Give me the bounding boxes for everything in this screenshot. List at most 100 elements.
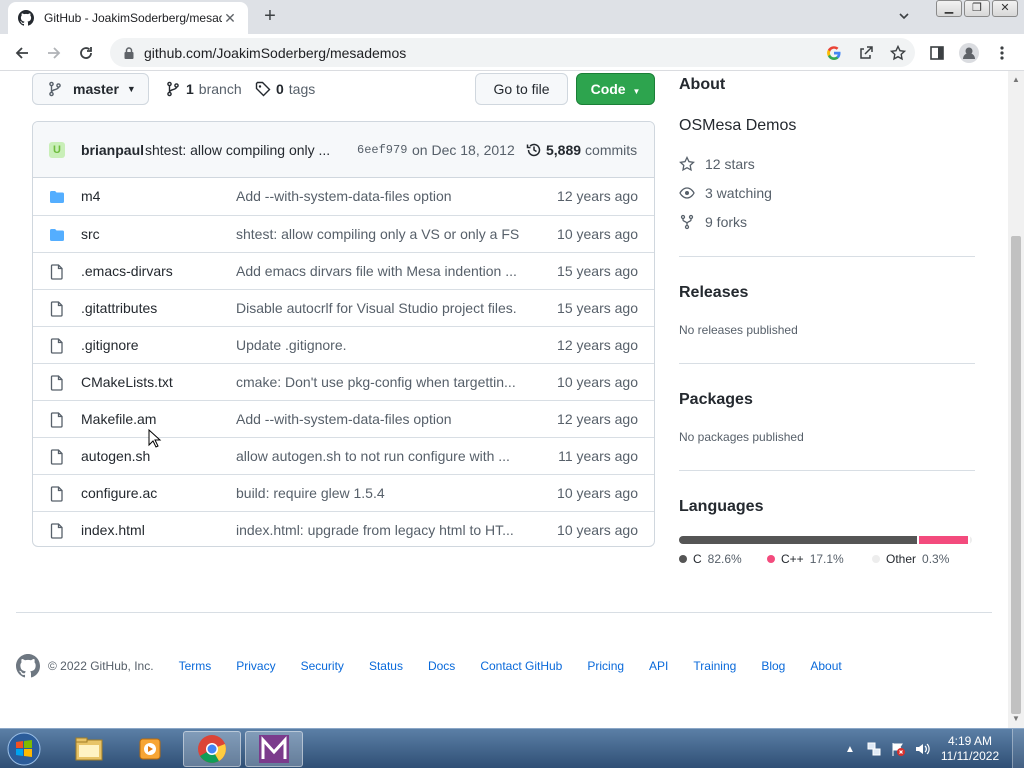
restore-button[interactable]: ❐ (964, 0, 990, 17)
releases-heading[interactable]: Releases (679, 284, 748, 302)
more-menu-icon[interactable] (991, 42, 1013, 64)
commit-author[interactable]: brianpaul (81, 142, 144, 158)
file-row[interactable]: autogen.sh allow autogen.sh to not run co… (33, 437, 654, 474)
footer-link-docs[interactable]: Docs (428, 659, 455, 673)
scroll-up-icon[interactable]: ▲ (1012, 76, 1020, 84)
file-name[interactable]: configure.ac (81, 485, 157, 501)
page-scrollbar[interactable]: ▲ ▼ (1008, 71, 1024, 728)
file-name[interactable]: m4 (81, 188, 100, 204)
file-name[interactable]: src (81, 226, 100, 242)
footer-link-about[interactable]: About (810, 659, 841, 673)
tray-expand-icon[interactable]: ▲ (842, 741, 858, 757)
close-tab-icon[interactable]: ✕ (222, 10, 238, 26)
commits-link[interactable]: 5,889 commits (526, 142, 637, 158)
commit-sha[interactable]: 6eef979 (357, 143, 407, 157)
bookmark-star-icon[interactable] (889, 44, 907, 62)
footer-link-training[interactable]: Training (693, 659, 736, 673)
avatar[interactable]: U (49, 142, 65, 158)
lock-icon[interactable] (122, 46, 136, 60)
footer-link-privacy[interactable]: Privacy (236, 659, 275, 673)
fork-icon (680, 214, 694, 230)
language-legend-item[interactable]: Other 0.3% (872, 552, 949, 566)
file-commit-message[interactable]: index.html: upgrade from legacy html to … (236, 522, 521, 538)
file-commit-message[interactable]: allow autogen.sh to not run configure wi… (236, 448, 521, 464)
minimize-button[interactable]: ▁ (936, 0, 962, 17)
tags-link[interactable]: 0 tags (255, 81, 315, 97)
file-row[interactable]: configure.ac build: require glew 1.5.4 10 … (33, 474, 654, 511)
file-age: 10 years ago (557, 522, 638, 538)
file-commit-message[interactable]: Update .gitignore. (236, 337, 521, 353)
eye-icon (679, 187, 695, 199)
taskbar-explorer[interactable] (60, 731, 118, 767)
start-button[interactable] (4, 731, 44, 767)
taskbar-media-player[interactable] (121, 731, 179, 767)
side-panel-icon[interactable] (926, 42, 948, 64)
footer-link-blog[interactable]: Blog (761, 659, 785, 673)
file-row[interactable]: m4 Add --with-system-data-files option 12 … (33, 178, 654, 215)
file-row[interactable]: src shtest: allow compiling only a VS or … (33, 215, 654, 252)
code-button[interactable]: Code ▼ (576, 73, 655, 105)
reload-icon[interactable] (75, 42, 97, 64)
file-commit-message[interactable]: Disable autocrlf for Visual Studio proje… (236, 300, 521, 316)
commit-count-label: commits (585, 142, 638, 158)
file-row[interactable]: .gitattributes Disable autocrlf for Visua… (33, 289, 654, 326)
footer-link-terms[interactable]: Terms (179, 659, 212, 673)
action-center-flag-icon[interactable] (890, 741, 906, 757)
github-logo-icon[interactable] (16, 654, 40, 678)
stars-link[interactable]: 12 stars (679, 156, 755, 172)
new-tab-button[interactable]: + (260, 6, 280, 26)
go-to-file-button[interactable]: Go to file (475, 73, 568, 105)
taskbar-chrome[interactable] (183, 731, 241, 767)
file-name[interactable]: index.html (81, 522, 145, 538)
file-icon (49, 338, 65, 354)
file-name[interactable]: .gitattributes (81, 300, 157, 316)
share-icon[interactable] (857, 44, 875, 62)
profile-avatar-icon[interactable] (958, 42, 980, 64)
google-icon[interactable] (825, 44, 843, 62)
language-legend-item[interactable]: C 82.6% (679, 552, 742, 566)
file-name[interactable]: .gitignore (81, 337, 139, 353)
language-legend-item[interactable]: C++ 17.1% (767, 552, 844, 566)
close-window-button[interactable]: ✕ (992, 0, 1018, 17)
file-commit-message[interactable]: build: require glew 1.5.4 (236, 485, 521, 501)
volume-icon[interactable] (914, 741, 930, 757)
taskbar-clock[interactable]: 4:19 AM 11/11/2022 (935, 734, 1005, 764)
taskbar-mesa-app[interactable] (245, 731, 303, 767)
footer-link-status[interactable]: Status (369, 659, 403, 673)
show-desktop-button[interactable] (1012, 729, 1024, 768)
file-row[interactable]: .gitignore Update .gitignore. 12 years ago (33, 326, 654, 363)
footer-link-api[interactable]: API (649, 659, 668, 673)
address-bar[interactable]: github.com/JoakimSoderberg/mesademos (110, 38, 915, 67)
network-icon[interactable] (866, 741, 882, 757)
file-row[interactable]: CMakeLists.txt cmake: Don't use pkg-confi… (33, 363, 654, 400)
file-name[interactable]: CMakeLists.txt (81, 374, 173, 390)
scrollbar-thumb[interactable] (1011, 236, 1021, 714)
tab-search-icon[interactable] (896, 8, 912, 24)
commit-message[interactable]: shtest: allow compiling only ... (145, 142, 330, 158)
file-commit-message[interactable]: cmake: Don't use pkg-config when targett… (236, 374, 521, 390)
footer-link-contact-github[interactable]: Contact GitHub (480, 659, 562, 673)
commit-count: 5,889 (546, 142, 582, 158)
file-row[interactable]: .emacs-dirvars Add emacs dirvars file wit… (33, 252, 654, 289)
browser-tab[interactable]: GitHub - JoakimSoderberg/mesademos ✕ (8, 2, 248, 34)
file-name[interactable]: autogen.sh (81, 448, 150, 464)
footer-link-security[interactable]: Security (301, 659, 344, 673)
file-row[interactable]: Makefile.am Add --with-system-data-files … (33, 400, 654, 437)
file-name[interactable]: .emacs-dirvars (81, 263, 173, 279)
watching-link[interactable]: 3 watching (679, 185, 772, 201)
forks-link[interactable]: 9 forks (679, 214, 747, 230)
file-icon (49, 412, 65, 428)
file-commit-message[interactable]: Add emacs dirvars file with Mesa indenti… (236, 263, 521, 279)
file-row[interactable]: index.html index.html: upgrade from legac… (33, 511, 654, 546)
back-icon[interactable] (11, 42, 33, 64)
packages-heading[interactable]: Packages (679, 391, 753, 409)
file-commit-message[interactable]: Add --with-system-data-files option (236, 188, 521, 204)
scroll-down-icon[interactable]: ▼ (1012, 715, 1020, 723)
branch-select-button[interactable]: master ▼ (32, 73, 149, 105)
footer-link-pricing[interactable]: Pricing (587, 659, 624, 673)
forward-icon[interactable] (43, 42, 65, 64)
file-commit-message[interactable]: shtest: allow compiling only a VS or onl… (236, 226, 521, 242)
branches-link[interactable]: 1 branch (165, 81, 242, 97)
file-name[interactable]: Makefile.am (81, 411, 156, 427)
file-commit-message[interactable]: Add --with-system-data-files option (236, 411, 521, 427)
